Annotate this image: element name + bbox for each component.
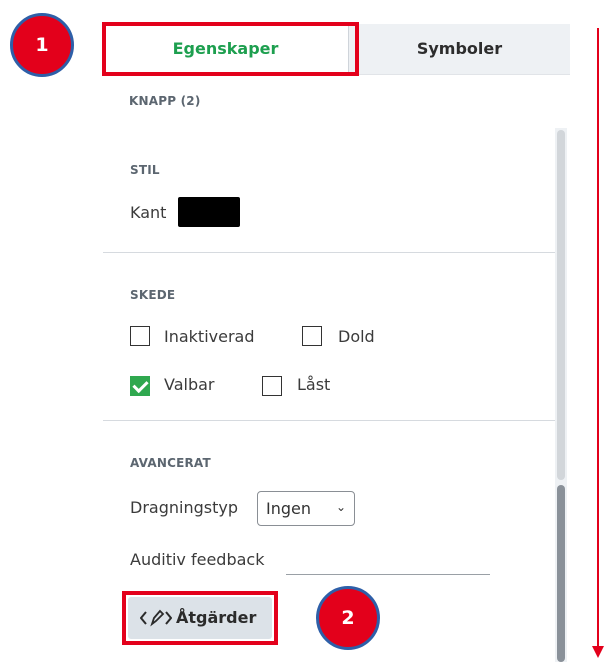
disabled-label: Inaktiverad — [164, 327, 255, 346]
drag-type-select[interactable]: Ingen ⌄ — [257, 491, 355, 526]
section-divider — [103, 252, 555, 253]
locked-label: Låst — [297, 375, 331, 394]
drag-type-value: Ingen — [266, 499, 311, 518]
selectable-label: Valbar — [164, 375, 215, 394]
section-divider — [103, 420, 555, 421]
audio-feedback-input[interactable] — [286, 574, 490, 575]
tab-symbols[interactable]: Symboler — [349, 24, 570, 74]
selectable-checkbox[interactable] — [130, 376, 150, 396]
callout-badge-1: 1 — [10, 13, 74, 77]
border-color-swatch[interactable] — [178, 197, 240, 227]
actions-highlight — [122, 591, 278, 645]
arrow-down-icon — [592, 646, 604, 658]
hidden-checkbox[interactable] — [302, 326, 322, 346]
state-section-title: SKEDE — [130, 288, 176, 302]
tab-highlight — [102, 22, 359, 76]
locked-checkbox[interactable] — [262, 376, 282, 396]
scrollbar-track-upper — [557, 130, 565, 480]
drag-type-label: Dragningstyp — [130, 498, 238, 517]
scrollbar-thumb[interactable] — [557, 485, 565, 662]
style-section-title: STIL — [130, 163, 160, 177]
advanced-section-title: AVANCERAT — [130, 456, 211, 470]
object-heading: KNAPP (2) — [129, 94, 201, 108]
callout-badge-2: 2 — [316, 586, 380, 650]
scroll-arrow-line — [597, 28, 599, 648]
audio-feedback-label: Auditiv feedback — [130, 550, 265, 569]
disabled-checkbox[interactable] — [130, 326, 150, 346]
border-label: Kant — [130, 203, 167, 222]
hidden-label: Dold — [338, 327, 375, 346]
chevron-down-icon: ⌄ — [335, 500, 346, 514]
